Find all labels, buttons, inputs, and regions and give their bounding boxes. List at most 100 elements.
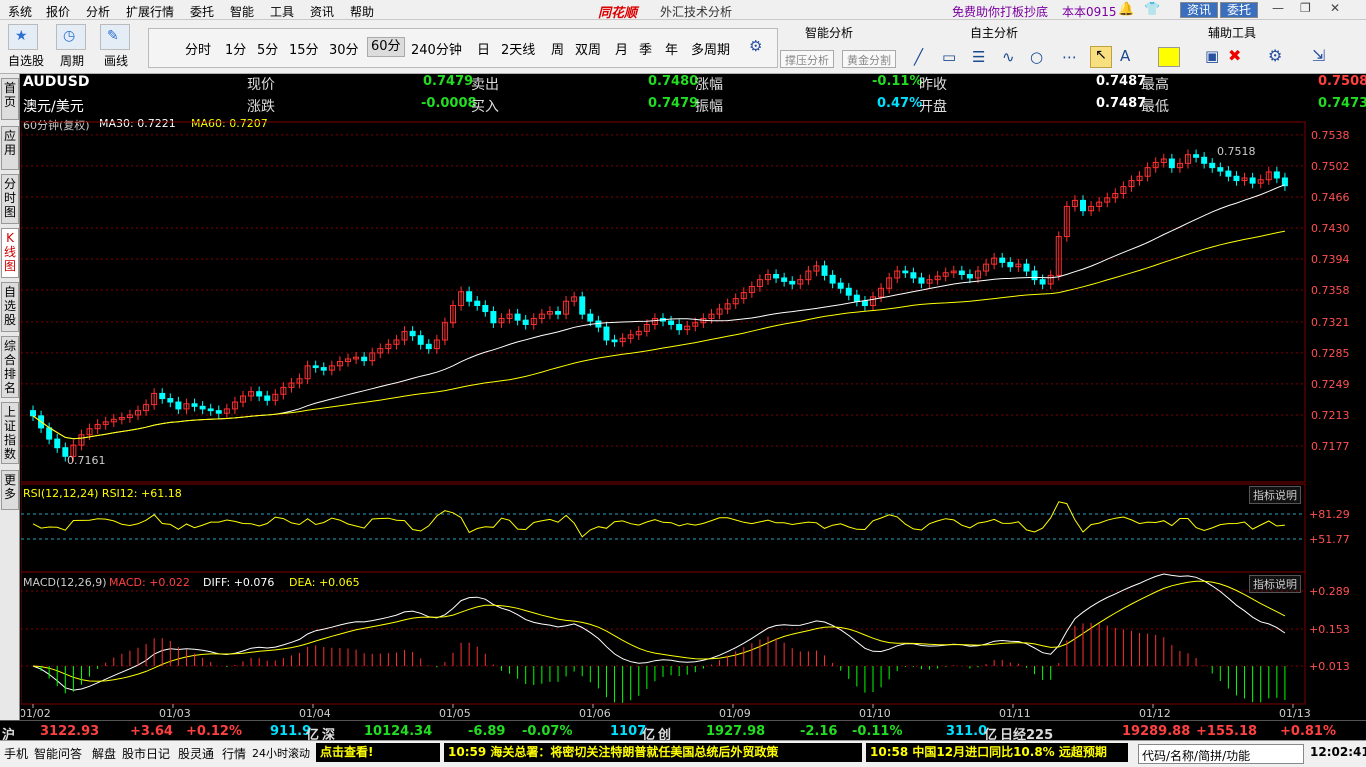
candlestick-chart[interactable]: 0.7538 0.7502 0.7466 0.7430 0.7394 0.7358 0.73… <box>21 74 1366 720</box>
status-analysis[interactable]: 解盘 <box>92 745 116 762</box>
period-60m[interactable]: 60分 <box>367 37 405 57</box>
self-analysis-header[interactable]: 自主分析 <box>970 24 1018 41</box>
export-tool-icon[interactable]: ⇲ <box>1312 46 1325 65</box>
candle-body <box>167 398 174 403</box>
line-tool-icon[interactable]: ╱ <box>914 48 923 66</box>
y-tick-label: 0.7538 <box>1311 129 1350 142</box>
menu-trade[interactable]: 委托 <box>190 3 214 20</box>
y-tick-label: 0.7502 <box>1311 160 1350 173</box>
menu-analysis[interactable]: 分析 <box>86 3 110 20</box>
clock: 12:02:41 <box>1310 745 1366 759</box>
period-2day[interactable]: 2天线 <box>501 39 535 58</box>
candle-body <box>579 296 586 315</box>
tab-watchlist[interactable]: 自选股 <box>1 282 19 332</box>
tab-intraday[interactable]: 分时图 <box>1 174 19 224</box>
y-tick-label: 0.7394 <box>1311 253 1350 266</box>
minimize-icon[interactable]: — <box>1272 1 1284 15</box>
news-ticker-2[interactable]: 10:59 海关总署：将密切关注特朗普就任美国总统后外贸政策 <box>444 743 862 762</box>
menu-help[interactable]: 帮助 <box>350 3 374 20</box>
period-month[interactable]: 月 <box>615 39 628 58</box>
candle-body <box>1249 177 1256 184</box>
period-icon[interactable]: ◷ <box>56 24 86 50</box>
period-year[interactable]: 年 <box>665 39 678 58</box>
sz-volume: 1107 <box>610 724 647 739</box>
period-settings-icon[interactable]: ⚙ <box>749 37 762 55</box>
period-15m[interactable]: 15分 <box>289 39 319 58</box>
sz-pct: -0.07% <box>522 724 573 739</box>
period-tick[interactable]: 分时 <box>185 39 211 58</box>
app-logo: 同花顺 <box>598 6 638 21</box>
delete-tool-icon[interactable]: ✖ <box>1228 46 1241 65</box>
tab-more[interactable]: 更多 <box>1 470 19 510</box>
tab-kline[interactable]: K线图 <box>1 228 19 278</box>
menu-news[interactable]: 资讯 <box>310 3 334 20</box>
search-input[interactable]: 代码/名称/简拼/功能 <box>1138 744 1304 764</box>
menu-smart[interactable]: 智能 <box>230 3 254 20</box>
candle-body <box>668 320 675 325</box>
promo-link[interactable]: 免费助你打板抄底 <box>952 3 1048 20</box>
golden-ratio-button[interactable]: 黄金分割 <box>842 50 896 68</box>
y-tick-label: 0.7430 <box>1311 222 1350 235</box>
bell-icon[interactable]: 🔔 <box>1118 2 1134 17</box>
tab-apps[interactable]: 应用 <box>1 126 19 170</box>
period-5m[interactable]: 5分 <box>257 39 278 58</box>
period-week[interactable]: 周 <box>551 39 564 58</box>
news-ticker-1[interactable]: 点击查看! <box>316 743 440 762</box>
period-season[interactable]: 季 <box>639 39 652 58</box>
status-mobile[interactable]: 手机 <box>4 745 28 762</box>
period-2week[interactable]: 双周 <box>575 39 601 58</box>
sh-pct: +0.12% <box>186 724 242 739</box>
restore-icon[interactable]: ❐ <box>1300 1 1311 15</box>
menu-system[interactable]: 系统 <box>8 3 32 20</box>
support-resistance-button[interactable]: 撑压分析 <box>780 50 834 68</box>
status-quote[interactable]: 行情 <box>222 745 246 762</box>
status-qa[interactable]: 智能问答 <box>34 745 82 762</box>
tab-shanghai-index[interactable]: 上证指数 <box>1 402 19 464</box>
cursor-tool-icon[interactable]: ↖ <box>1090 46 1112 68</box>
period-multi[interactable]: 多周期 <box>691 39 730 58</box>
tab-ranking[interactable]: 综合排名 <box>1 336 19 398</box>
candle-body <box>215 410 222 414</box>
circle-tool-icon[interactable]: ○ <box>1030 48 1043 66</box>
close-icon[interactable]: ✕ <box>1330 1 1340 15</box>
smart-analysis-header[interactable]: 智能分析 <box>805 24 853 41</box>
menu-tools[interactable]: 工具 <box>270 3 294 20</box>
menu-extended[interactable]: 扩展行情 <box>126 3 174 20</box>
trade-button[interactable]: 委托 <box>1220 2 1259 18</box>
candle-body <box>482 305 489 313</box>
y-tick-label: 0.7466 <box>1311 191 1350 204</box>
color-swatch[interactable] <box>1158 47 1180 67</box>
sh-volume: 911.9 <box>270 724 312 739</box>
candle-body <box>199 405 206 410</box>
period-30m[interactable]: 30分 <box>329 39 359 58</box>
candle-body <box>1233 175 1240 182</box>
align-tool-icon[interactable]: ☰ <box>972 48 985 66</box>
shirt-icon[interactable]: 👕 <box>1144 2 1160 17</box>
rect-tool-icon[interactable]: ▭ <box>942 48 956 66</box>
news-ticker-3[interactable]: 10:58 中国12月进口同比10.8% 远超预期 <box>866 743 1128 762</box>
candle-body <box>821 265 828 276</box>
aux-tools-header[interactable]: 辅助工具 <box>1208 24 1256 41</box>
status-diary[interactable]: 股市日记 <box>122 745 170 762</box>
macd-frame <box>21 571 1306 705</box>
news-button[interactable]: 资讯 <box>1180 2 1219 18</box>
text-tool-icon[interactable]: A <box>1120 47 1130 65</box>
candle-body <box>1209 162 1216 169</box>
settings-gear-icon[interactable]: ⚙ <box>1268 46 1282 65</box>
status-bar: 手机 智能问答 解盘 股市日记 股灵通 行情 24小时滚动 点击查看! 10:5… <box>0 740 1366 767</box>
watchlist-icon[interactable]: ★ <box>8 24 38 50</box>
status-rolling[interactable]: 24小时滚动 <box>252 745 310 761</box>
tab-home[interactable]: 首页 <box>1 78 19 120</box>
period-1m[interactable]: 1分 <box>225 39 246 58</box>
candle-body <box>781 277 788 282</box>
status-gulingtong[interactable]: 股灵通 <box>178 745 214 762</box>
sh-index: 3122.93 <box>40 724 100 739</box>
y-tick-label: 0.7177 <box>1311 440 1350 453</box>
save-tool-icon[interactable]: ▣ <box>1205 47 1219 65</box>
period-day[interactable]: 日 <box>477 39 490 58</box>
period-240m[interactable]: 240分钟 <box>411 39 462 58</box>
draw-icon[interactable]: ✎ <box>100 24 130 50</box>
more-tools-icon[interactable]: ⋯ <box>1062 48 1077 66</box>
menu-quote[interactable]: 报价 <box>46 3 70 20</box>
curve-tool-icon[interactable]: ∿ <box>1002 48 1015 66</box>
